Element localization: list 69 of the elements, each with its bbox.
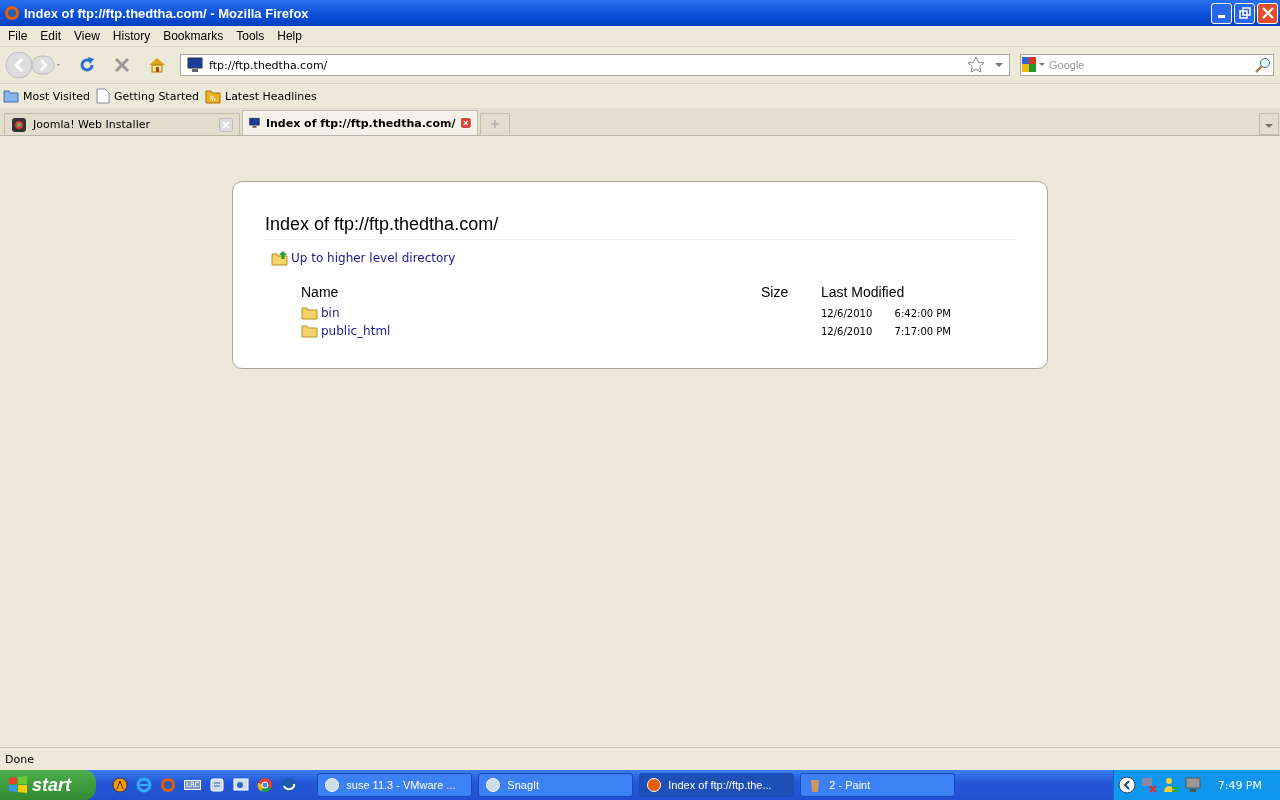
swirl-icon[interactable] — [281, 777, 298, 793]
caret-icon[interactable] — [995, 62, 1003, 68]
folder-link[interactable]: public_html — [321, 324, 391, 338]
bookmark-item[interactable]: Most Visited — [3, 89, 90, 103]
menu-item[interactable]: View — [70, 29, 104, 43]
menu-item[interactable]: Bookmarks — [159, 29, 228, 43]
feed-icon — [205, 88, 221, 104]
stop-icon[interactable] — [114, 57, 130, 73]
address-bar[interactable]: ftp://ftp.thedtha.com/ — [180, 54, 1010, 76]
taskbar-button[interactable]: SnagIt — [478, 773, 634, 797]
home-icon[interactable] — [148, 56, 166, 74]
windows-logo-icon — [8, 776, 28, 794]
browser-tab[interactable]: Index of ftp://ftp.thedtha.com/ — [242, 110, 478, 135]
column-header: Name — [301, 284, 761, 304]
search-engine-icon[interactable] — [1021, 56, 1047, 74]
close-icon — [1261, 7, 1274, 19]
circle-a-icon[interactable] — [112, 777, 128, 793]
search-input[interactable]: Google — [1047, 58, 1255, 72]
app-icon — [646, 777, 663, 793]
menu-item[interactable]: Help — [273, 29, 306, 43]
time-cell: 7:17:00 PM — [894, 325, 951, 337]
page-heading: Index of ftp://ftp.thedtha.com/ — [265, 214, 1015, 240]
taskbar-button[interactable]: Index of ftp://ftp.the... — [639, 773, 795, 797]
menu-item[interactable]: History — [108, 29, 155, 43]
plus-icon — [490, 119, 500, 129]
taskbar-button[interactable]: 2 - Paint — [800, 773, 956, 797]
status-text: Done — [5, 752, 34, 766]
up-directory-link[interactable]: Up to higher level directory — [291, 251, 456, 265]
window-title: Index of ftp://ftp.thedtha.com/ - Mozilla Firefox — [24, 5, 309, 21]
clock: 7:49 PM — [1217, 778, 1262, 792]
search-icon[interactable] — [1255, 57, 1271, 73]
column-header: Size — [761, 284, 790, 302]
site-icon — [11, 116, 27, 133]
reload-icon[interactable] — [78, 56, 96, 74]
search-field[interactable]: Google — [1020, 54, 1274, 76]
folder-link[interactable]: bin — [321, 306, 340, 320]
monitor-icon[interactable] — [233, 777, 250, 793]
chevron-left-icon[interactable] — [1117, 776, 1136, 794]
minimize-button[interactable] — [1211, 2, 1232, 24]
column-header: Last Modified — [821, 284, 906, 302]
close-button[interactable] — [1257, 2, 1278, 24]
time-cell: 6:42:00 PM — [894, 307, 951, 319]
caret-icon — [1265, 122, 1273, 129]
document-icon[interactable] — [209, 777, 226, 793]
menu-item[interactable]: Edit — [36, 29, 66, 43]
app-icon — [324, 777, 341, 793]
date-cell: 12/6/2010 — [821, 307, 873, 319]
close-icon[interactable] — [461, 116, 471, 130]
tab-list-button[interactable] — [1259, 113, 1279, 135]
minimize-icon — [1218, 14, 1225, 18]
folder-up-icon — [271, 250, 289, 266]
bookmark-item[interactable]: Latest Headlines — [205, 88, 317, 104]
computer-icon[interactable] — [1183, 776, 1202, 794]
folder-icon — [301, 306, 318, 320]
bookmark-item[interactable]: Getting Started — [95, 88, 199, 104]
star-icon[interactable] — [967, 56, 985, 74]
taskbar-button[interactable]: suse 11.3 - VMware ... — [317, 773, 473, 797]
restore-icon — [1238, 7, 1251, 19]
page-icon — [95, 88, 110, 104]
app-icon — [485, 777, 502, 793]
restore-button[interactable] — [1234, 2, 1255, 24]
browser-tab[interactable]: Joomla! Web Installer — [4, 113, 240, 135]
monitor-icon — [249, 115, 260, 131]
monitor-icon — [187, 57, 203, 73]
folder-icon — [301, 324, 318, 338]
date-cell: 12/6/2010 — [821, 325, 873, 337]
menu-item[interactable]: File — [4, 29, 32, 43]
folder-icon — [3, 89, 19, 103]
menu-item[interactable]: Tools — [232, 29, 269, 43]
